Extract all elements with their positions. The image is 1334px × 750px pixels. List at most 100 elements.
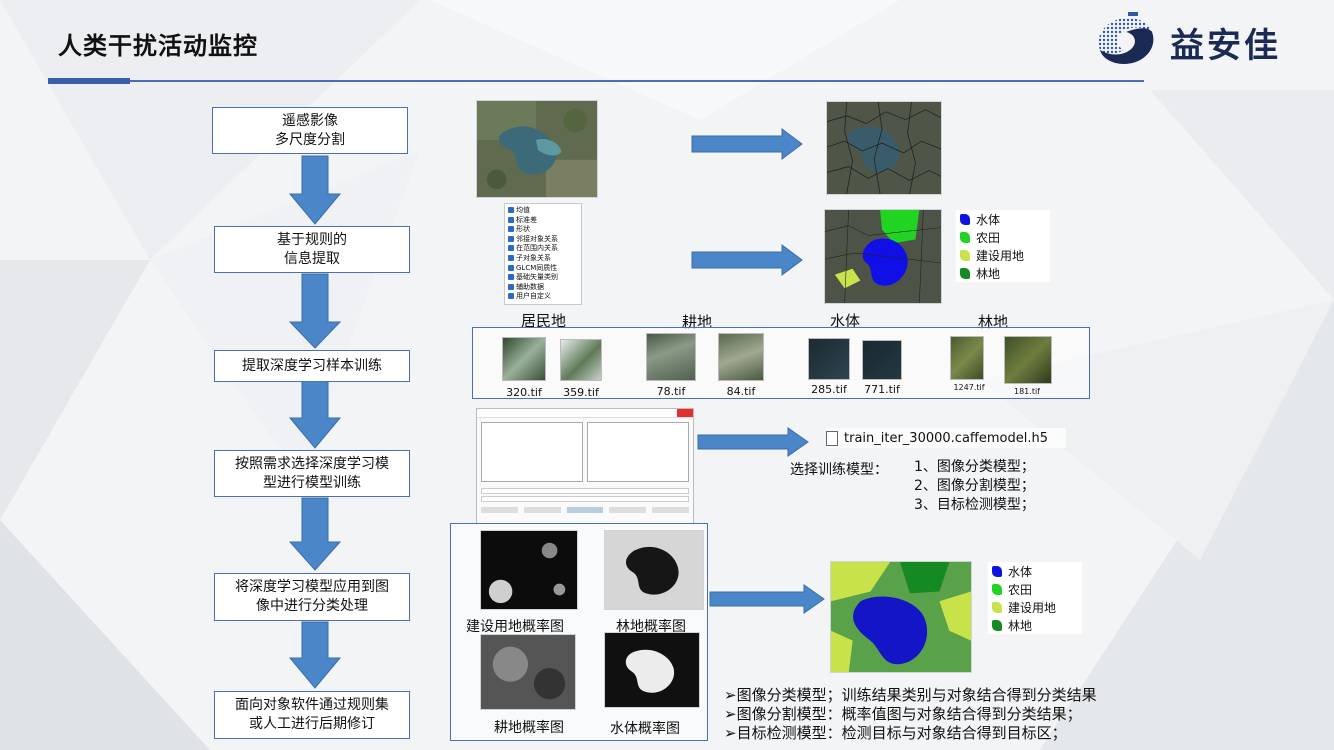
logo-swirl-icon	[1098, 12, 1154, 64]
step-text: 像中进行分类处理	[256, 598, 368, 614]
step-rule-extraction: 基于规则的 信息提取	[214, 226, 410, 273]
water-swatch-icon	[992, 565, 1002, 577]
step-text: 按照需求选择深度学习模	[235, 455, 389, 472]
tree-item[interactable]: 均值	[508, 206, 578, 216]
sample-thumbnail[interactable]	[646, 333, 696, 381]
dialog-button[interactable]	[609, 507, 647, 513]
right-arrow-icon	[697, 427, 809, 457]
step-apply-model: 将深度学习模型应用到图 像中进行分类处理	[214, 573, 410, 621]
step-post-revision: 面向对象软件通过规则集 或人工进行后期修订	[214, 691, 410, 739]
step-segmentation: 遥感影像 多尺度分割	[212, 107, 408, 154]
sample-thumbnail[interactable]	[718, 333, 764, 381]
satellite-image-segmented	[826, 101, 942, 195]
farmland-swatch-icon	[992, 583, 1002, 595]
satellite-image-original	[476, 100, 598, 198]
legend-item: 农田	[988, 580, 1082, 598]
down-arrow-icon	[288, 621, 342, 689]
step-text: 遥感影像	[282, 112, 338, 129]
model-option: 1、图像分类模型；	[914, 459, 1035, 475]
tree-item[interactable]: 邻接对象关系	[508, 235, 578, 245]
dialog-button[interactable]	[481, 507, 518, 513]
model-file[interactable]: train_iter_30000.caffemodel.h5	[826, 428, 1066, 448]
caption-water: 水体概率图	[610, 721, 680, 737]
legend-item: 农田	[956, 228, 1050, 246]
step-text: 提取深度学习样本训练	[242, 357, 382, 374]
tree-item[interactable]: 标准差	[508, 216, 578, 226]
right-arrow-icon	[691, 244, 803, 276]
header-rule	[48, 80, 1144, 82]
dialog-button[interactable]	[566, 507, 604, 513]
legend-item: 水体	[988, 562, 1082, 580]
water-swatch-icon	[960, 213, 970, 225]
file-label: 78.tif	[656, 385, 686, 398]
satellite-image-rule-classified	[824, 209, 942, 304]
feature-tree[interactable]: 均值 标准差 形状 邻接对象关系 在范围内关系 子对象关系 GLCM同质性 基础…	[504, 203, 582, 305]
built-up-swatch-icon	[992, 601, 1002, 613]
legend-item: 林地	[988, 616, 1082, 634]
file-label: 359.tif	[563, 386, 599, 399]
step-text: 多尺度分割	[275, 131, 345, 148]
built-up-swatch-icon	[960, 249, 970, 261]
caption-cropland: 耕地概率图	[494, 720, 564, 736]
probability-map-water	[604, 632, 700, 708]
dialog-button[interactable]	[652, 507, 689, 513]
logo-text: 益安佳	[1170, 26, 1281, 66]
model-option: 3、目标检测模型；	[914, 497, 1035, 513]
training-dialog[interactable]	[476, 408, 694, 524]
legend-item: 水体	[956, 210, 1050, 228]
tree-item[interactable]: GLCM同质性	[508, 264, 578, 274]
note-line: ➢图像分割模型：概率值图与对象结合得到分类结果；	[724, 705, 1082, 723]
forest-swatch-icon	[960, 267, 970, 279]
tree-item[interactable]: 用户自定义	[508, 292, 578, 302]
step-text: 面向对象软件通过规则集	[235, 697, 389, 713]
step-text: 将深度学习模型应用到图	[235, 579, 389, 595]
tree-item[interactable]: 辅助数据	[508, 283, 578, 293]
legend-bottom: 水体 农田 建设用地 林地	[988, 562, 1082, 634]
legend-top: 水体 农田 建设用地 林地	[956, 210, 1050, 282]
tree-item[interactable]: 形状	[508, 225, 578, 235]
farmland-swatch-icon	[960, 231, 970, 243]
legend-item: 建设用地	[956, 246, 1050, 264]
file-label: 771.tif	[864, 383, 900, 396]
sample-thumbnail[interactable]	[808, 338, 850, 380]
step-text: 信息提取	[284, 250, 340, 267]
param-input[interactable]	[481, 488, 689, 494]
step-text: 或人工进行后期修订	[249, 716, 375, 732]
notes: ➢图像分类模型；训练结果类别与对象结合得到分类结果 ➢图像分割模型：概率值图与对…	[724, 686, 1097, 743]
header-rule-accent	[48, 78, 130, 84]
sample-thumbnail[interactable]	[950, 336, 984, 380]
file-label: 1247.tif	[953, 383, 985, 392]
step-sample-training: 提取深度学习样本训练	[214, 350, 410, 382]
dialog-titlebar	[477, 409, 693, 418]
target-list[interactable]	[587, 422, 689, 482]
file-label: 84.tif	[726, 385, 756, 398]
model-options: 1、图像分类模型； 2、图像分割模型； 3、目标检测模型；	[914, 458, 1035, 515]
right-arrow-icon	[709, 584, 825, 614]
path-input[interactable]	[481, 496, 689, 502]
down-arrow-icon	[288, 379, 342, 449]
legend-item: 林地	[956, 264, 1050, 282]
file-label: 285.tif	[811, 383, 847, 396]
note-line: ➢目标检测模型：检测目标与对象结合得到目标区；	[724, 724, 1067, 742]
sample-thumbnail[interactable]	[560, 339, 602, 381]
sample-thumbnail[interactable]	[1004, 336, 1052, 384]
legend-item: 建设用地	[988, 598, 1082, 616]
file-label: 181.tif	[1014, 387, 1040, 396]
dialog-button[interactable]	[523, 507, 561, 513]
probability-map-forest	[604, 530, 704, 610]
sample-thumbnail[interactable]	[502, 337, 546, 381]
step-text: 型进行模型训练	[263, 474, 361, 491]
forest-swatch-icon	[992, 619, 1002, 631]
right-arrow-icon	[691, 128, 803, 160]
source-list[interactable]	[481, 422, 583, 482]
close-icon[interactable]	[677, 409, 693, 417]
tree-item[interactable]: 基础矢量类别	[508, 273, 578, 283]
choose-model-label: 选择训练模型：	[790, 462, 888, 478]
down-arrow-icon	[288, 273, 342, 349]
tree-item[interactable]: 在范围内关系	[508, 244, 578, 254]
tree-item[interactable]: 子对象关系	[508, 254, 578, 264]
down-arrow-icon	[288, 497, 342, 571]
sample-thumbnail[interactable]	[862, 340, 902, 380]
probability-map-built-up	[480, 530, 578, 610]
final-classification-map	[830, 561, 972, 673]
